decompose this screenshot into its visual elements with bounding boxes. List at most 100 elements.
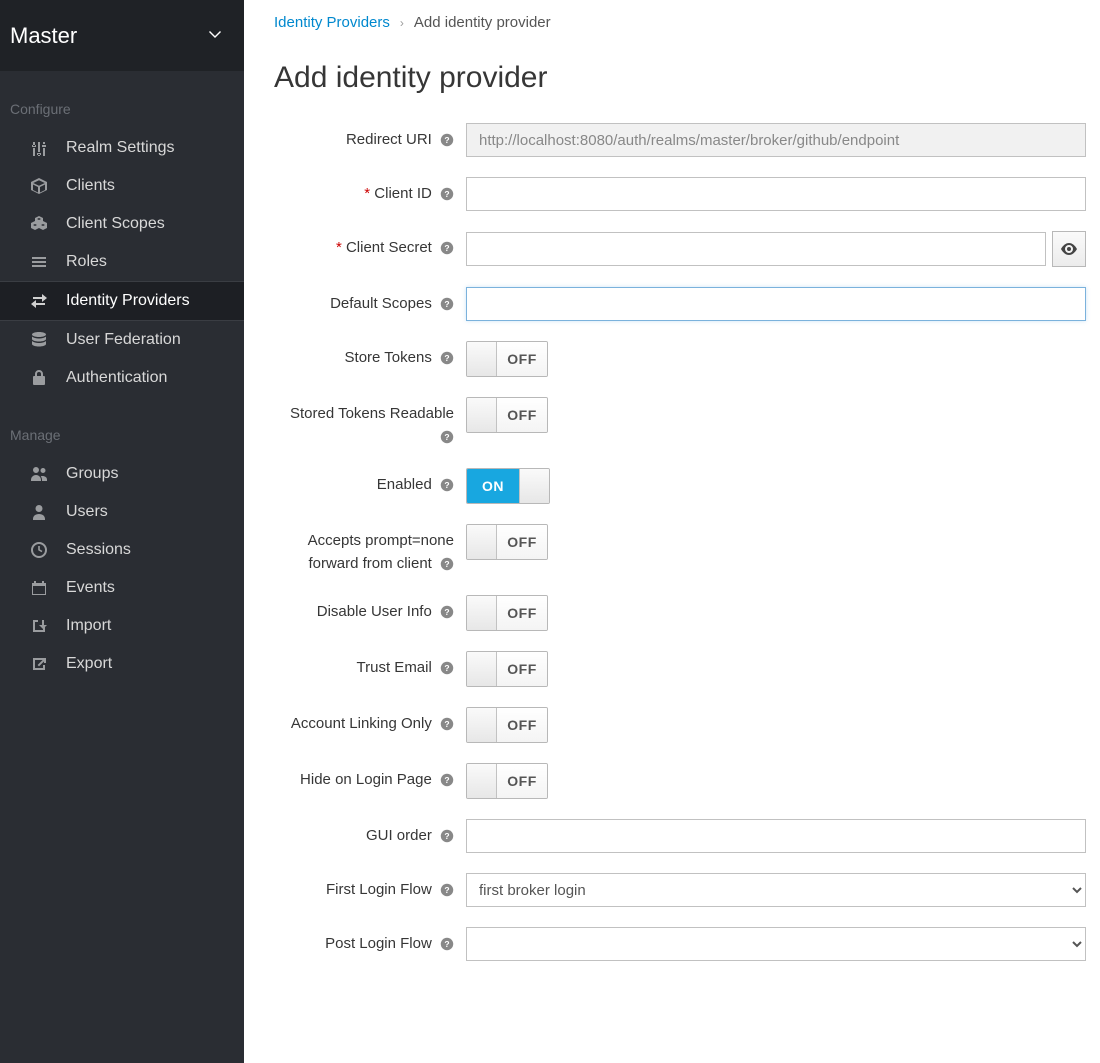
eye-icon [1060, 240, 1078, 258]
first-login-flow-select[interactable]: first broker login [466, 873, 1086, 907]
help-icon[interactable] [440, 241, 454, 255]
toggle-on-label [467, 764, 497, 798]
toggle-on-label [467, 398, 497, 432]
help-icon[interactable] [440, 351, 454, 365]
sidebar-item-sessions[interactable]: Sessions [0, 531, 244, 569]
label-post-login-flow: Post Login Flow [274, 927, 466, 956]
list-icon [30, 253, 48, 271]
toggle-on-label [467, 525, 497, 559]
disable-user-info-toggle[interactable]: OFF [466, 595, 548, 631]
store-tokens-toggle[interactable]: OFF [466, 341, 548, 377]
label-accepts-prompt-none: Accepts prompt=none forward from client [274, 524, 466, 575]
label-enabled: Enabled [274, 468, 466, 497]
post-login-flow-select[interactable] [466, 927, 1086, 961]
label-disable-user-info: Disable User Info [274, 595, 466, 624]
toggle-on-label [467, 596, 497, 630]
sidebar-item-roles[interactable]: Roles [0, 243, 244, 281]
form-row-redirect-uri: Redirect URI [274, 123, 1090, 157]
form-row-enabled: Enabled ON [274, 468, 1090, 504]
enabled-toggle[interactable]: ON [466, 468, 550, 504]
help-icon[interactable] [440, 297, 454, 311]
account-linking-only-toggle[interactable]: OFF [466, 707, 548, 743]
sidebar-item-label: Groups [66, 465, 118, 483]
client-secret-input[interactable] [466, 232, 1046, 266]
label-default-scopes: Default Scopes [274, 287, 466, 316]
sidebar-item-label: Import [66, 617, 111, 635]
label-trust-email: Trust Email [274, 651, 466, 680]
label-hide-on-login-page: Hide on Login Page [274, 763, 466, 792]
toggle-off-label: OFF [497, 525, 547, 559]
stored-tokens-readable-toggle[interactable]: OFF [466, 397, 548, 433]
cube-icon [30, 177, 48, 195]
sidebar-item-groups[interactable]: Groups [0, 455, 244, 493]
sidebar-item-authentication[interactable]: Authentication [0, 359, 244, 397]
help-icon[interactable] [440, 829, 454, 843]
toggle-off-label: OFF [497, 596, 547, 630]
sidebar-item-label: Sessions [66, 541, 131, 559]
help-icon[interactable] [440, 717, 454, 731]
toggle-on-label [467, 708, 497, 742]
gui-order-input[interactable] [466, 819, 1086, 853]
label-stored-tokens-readable: Stored Tokens Readable [274, 397, 466, 448]
sidebar-item-import[interactable]: Import [0, 607, 244, 645]
help-icon[interactable] [440, 133, 454, 147]
lock-icon [30, 369, 48, 387]
help-icon[interactable] [440, 187, 454, 201]
toggle-on-label [467, 342, 497, 376]
sidebar-item-label: Realm Settings [66, 139, 175, 157]
form-row-trust-email: Trust Email OFF [274, 651, 1090, 687]
redirect-uri-input[interactable] [466, 123, 1086, 157]
breadcrumb-parent-link[interactable]: Identity Providers [274, 14, 390, 31]
help-icon[interactable] [440, 773, 454, 787]
label-client-secret: * Client Secret [274, 231, 466, 260]
main-content: Identity Providers › Add identity provid… [244, 0, 1100, 1063]
help-icon[interactable] [440, 661, 454, 675]
sliders-icon [30, 139, 48, 157]
realm-selector[interactable]: Master [0, 0, 244, 71]
help-icon[interactable] [440, 478, 454, 492]
help-icon[interactable] [440, 605, 454, 619]
client-id-input[interactable] [466, 177, 1086, 211]
breadcrumb-current: Add identity provider [414, 14, 551, 31]
sidebar-item-user-federation[interactable]: User Federation [0, 321, 244, 359]
calendar-icon [30, 579, 48, 597]
sidebar-item-events[interactable]: Events [0, 569, 244, 607]
nav-section-title: Configure [0, 71, 244, 129]
accepts-prompt-none-toggle[interactable]: OFF [466, 524, 548, 560]
form-row-first-login-flow: First Login Flow first broker login [274, 873, 1090, 907]
sidebar-item-realm-settings[interactable]: Realm Settings [0, 129, 244, 167]
sidebar: Master Configure Realm Settings Clients Cli… [0, 0, 244, 1063]
sidebar-item-clients[interactable]: Clients [0, 167, 244, 205]
default-scopes-input[interactable] [466, 287, 1086, 321]
help-icon[interactable] [440, 430, 454, 444]
toggle-on-label [467, 652, 497, 686]
help-icon[interactable] [440, 883, 454, 897]
page-title: Add identity provider [274, 61, 1090, 95]
database-icon [30, 331, 48, 349]
form-row-client-id: * Client ID [274, 177, 1090, 211]
sidebar-item-label: Clients [66, 177, 115, 195]
help-icon[interactable] [440, 557, 454, 571]
sidebar-item-identity-providers[interactable]: Identity Providers [0, 281, 244, 321]
label-first-login-flow: First Login Flow [274, 873, 466, 902]
toggle-off-label [519, 469, 549, 503]
form-row-gui-order: GUI order [274, 819, 1090, 853]
help-icon[interactable] [440, 937, 454, 951]
chevron-down-icon [206, 25, 224, 47]
chevron-right-icon: › [400, 16, 404, 30]
label-account-linking-only: Account Linking Only [274, 707, 466, 736]
label-client-id: * Client ID [274, 177, 466, 206]
sidebar-item-users[interactable]: Users [0, 493, 244, 531]
sidebar-item-client-scopes[interactable]: Client Scopes [0, 205, 244, 243]
clock-icon [30, 541, 48, 559]
reveal-secret-button[interactable] [1052, 231, 1086, 267]
trust-email-toggle[interactable]: OFF [466, 651, 548, 687]
form-row-hide-on-login-page: Hide on Login Page OFF [274, 763, 1090, 799]
export-icon [30, 655, 48, 673]
sidebar-item-export[interactable]: Export [0, 645, 244, 683]
form-row-default-scopes: Default Scopes [274, 287, 1090, 321]
toggle-off-label: OFF [497, 652, 547, 686]
user-icon [30, 503, 48, 521]
form-row-store-tokens: Store Tokens OFF [274, 341, 1090, 377]
hide-on-login-page-toggle[interactable]: OFF [466, 763, 548, 799]
